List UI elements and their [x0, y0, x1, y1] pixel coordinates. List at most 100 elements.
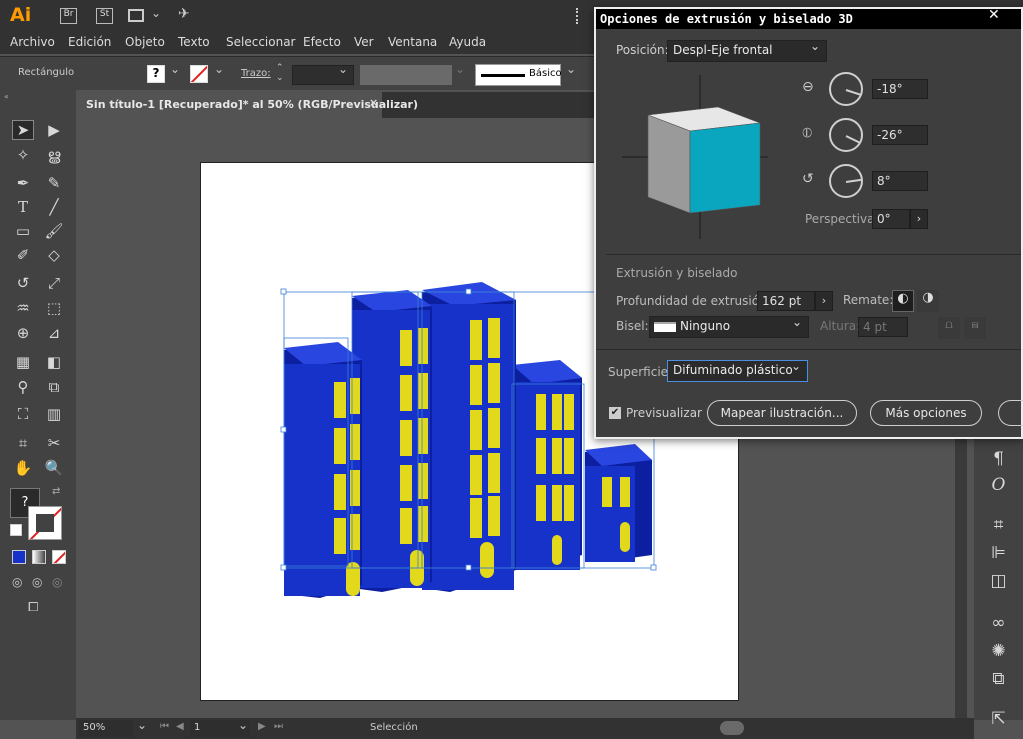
align-icon[interactable]: ⊫ — [974, 540, 1023, 566]
arrange-documents-icon[interactable] — [128, 9, 144, 22]
menu-edicion[interactable]: Edición — [68, 35, 111, 49]
stroke-swatch[interactable] — [190, 65, 208, 83]
previous-artboard-icon[interactable]: ◀ — [176, 721, 184, 732]
preview-checkbox[interactable]: ✔ — [609, 407, 621, 419]
brush-definition[interactable]: Básico — [475, 64, 562, 86]
direct-selection-tool-icon[interactable]: ▶ — [43, 120, 65, 140]
swap-colors-icon[interactable]: ⇄ — [52, 486, 60, 497]
menu-archivo[interactable]: Archivo — [10, 35, 55, 49]
rectangle-tool-icon[interactable]: ▭ — [12, 221, 34, 241]
opentype-icon[interactable]: O — [974, 472, 1023, 498]
draw-inside-icon[interactable]: ◎ — [52, 575, 62, 589]
stock-button[interactable]: St — [96, 8, 113, 24]
zoom-tool-icon[interactable]: 🔍 — [43, 458, 65, 478]
free-transform-tool-icon[interactable]: ⬚ — [43, 298, 65, 318]
warp-tool-icon[interactable]: ♒ — [12, 298, 34, 318]
rotate-tool-icon[interactable]: ↺ — [12, 273, 34, 293]
chevron-down-icon[interactable]: ⌄ — [566, 62, 576, 76]
type-tool-icon[interactable]: T — [12, 197, 34, 217]
close-tab-icon[interactable]: × — [369, 96, 378, 109]
chevron-down-icon[interactable]: ⌄ — [214, 62, 224, 76]
appearance-icon[interactable]: ✺ — [974, 638, 1023, 664]
hand-tool-icon[interactable]: ✋ — [12, 458, 34, 478]
x-rotation-field[interactable]: -18° — [872, 79, 928, 99]
menu-texto[interactable]: Texto — [178, 35, 210, 49]
pen-tool-icon[interactable]: ✒ — [12, 173, 34, 193]
cap-off-button[interactable]: ◑ — [917, 290, 939, 312]
export-icon[interactable]: ⇱ — [974, 706, 1023, 732]
x-rotation-knob[interactable] — [829, 72, 863, 106]
last-artboard-icon[interactable]: ⏭ — [274, 721, 283, 732]
draw-normal-icon[interactable]: ◎ — [12, 575, 22, 589]
z-rotation-knob[interactable] — [829, 164, 863, 198]
menu-ayuda[interactable]: Ayuda — [449, 35, 486, 49]
more-options-icon[interactable] — [576, 8, 578, 24]
chevron-down-icon[interactable]: ⌄ — [137, 718, 147, 732]
menu-objeto[interactable]: Objeto — [125, 35, 165, 49]
close-dialog-icon[interactable]: ✕ — [988, 7, 1000, 23]
menu-ver[interactable]: Ver — [354, 35, 374, 49]
horizontal-scroll-thumb[interactable] — [720, 721, 744, 735]
extrusion-depth-field[interactable]: 162 pt — [757, 291, 815, 311]
chevron-down-icon[interactable]: ⌄ — [238, 718, 248, 732]
y-rotation-field[interactable]: -26° — [872, 125, 928, 145]
curvature-tool-icon[interactable]: ✎ — [43, 173, 65, 193]
paragraph-icon[interactable]: ¶ — [974, 446, 1023, 472]
stroke-color-box[interactable] — [28, 506, 62, 540]
draw-behind-icon[interactable]: ◎ — [32, 575, 42, 589]
first-artboard-icon[interactable]: ⏮ — [160, 721, 169, 732]
menu-ventana[interactable]: Ventana — [388, 35, 437, 49]
shaper-tool-icon[interactable]: ✐ — [12, 245, 34, 265]
collapse-icon[interactable]: « — [4, 92, 72, 101]
scale-tool-icon[interactable]: ⤢ — [43, 273, 65, 293]
cc-libraries-icon[interactable]: ∞ — [974, 610, 1023, 636]
variable-width-profile[interactable] — [360, 65, 452, 85]
default-colors-icon[interactable] — [10, 524, 22, 536]
line-tool-icon[interactable]: ╱ — [43, 197, 65, 217]
slice-tool-icon[interactable]: ✂ — [43, 433, 65, 453]
stroke-stepper[interactable]: ⌃ ⌄ — [276, 63, 284, 83]
gradient-tool-icon[interactable]: ◧ — [43, 352, 65, 372]
mesh-tool-icon[interactable]: ▦ — [12, 352, 34, 372]
gpu-performance-icon[interactable]: ✈ — [178, 6, 190, 22]
bevel-dropdown[interactable]: Ninguno — [649, 315, 809, 338]
y-rotation-knob[interactable] — [829, 118, 863, 152]
map-art-button[interactable]: Mapear ilustración... — [707, 400, 857, 426]
z-rotation-field[interactable]: 8° — [872, 171, 928, 191]
rotation-cube-preview[interactable] — [620, 73, 770, 241]
column-graph-tool-icon[interactable]: ▥ — [43, 404, 65, 424]
artboard-tool-icon[interactable]: ⌗ — [12, 433, 34, 453]
gradient-mode-button[interactable] — [32, 550, 46, 564]
eyedropper-tool-icon[interactable]: ⚲ — [12, 377, 34, 397]
symbol-sprayer-tool-icon[interactable]: ⛶ — [12, 404, 34, 424]
document-tab[interactable]: Sin título-1 [Recuperado]* al 50% (RGB/P… — [76, 92, 418, 118]
paintbrush-tool-icon[interactable]: 🖌 — [43, 221, 65, 241]
chevron-down-icon[interactable]: ⌄ — [338, 62, 348, 76]
menu-efecto[interactable]: Efecto — [303, 35, 341, 49]
cap-on-button[interactable]: ◐ — [892, 290, 914, 312]
surface-dropdown[interactable]: Difuminado plástico — [667, 359, 808, 382]
more-options-button[interactable]: Más opciones — [870, 400, 982, 426]
layers-icon[interactable]: ⧉ — [974, 666, 1023, 692]
perspective-chevron-icon[interactable]: › — [910, 209, 928, 229]
pathfinder-icon[interactable]: ◫ — [974, 568, 1023, 594]
eraser-tool-icon[interactable]: ◇ — [43, 245, 65, 265]
transform-icon[interactable]: ⌗ — [974, 512, 1023, 538]
chevron-down-icon[interactable]: ⌄ — [151, 6, 161, 20]
zoom-field[interactable]: 50% — [79, 720, 133, 737]
shape-builder-tool-icon[interactable]: ⊕ — [12, 323, 34, 343]
depth-chevron-icon[interactable]: › — [815, 291, 833, 311]
magic-wand-tool-icon[interactable]: ✧ — [12, 145, 34, 165]
fill-swatch[interactable]: ? — [147, 65, 165, 83]
bridge-button[interactable]: Br — [60, 8, 77, 24]
next-artboard-icon[interactable]: ▶ — [258, 721, 266, 732]
perspective-field[interactable]: 0° — [872, 209, 910, 229]
none-mode-button[interactable] — [52, 550, 66, 564]
screen-mode-icon[interactable]: ⧠ — [28, 600, 38, 615]
blend-tool-icon[interactable]: ⧉ — [43, 377, 65, 397]
selection-tool-icon[interactable]: ➤ — [12, 120, 34, 140]
lasso-tool-icon[interactable]: ൠ — [43, 145, 65, 165]
menu-seleccionar[interactable]: Seleccionar — [226, 35, 295, 49]
color-mode-button[interactable] — [12, 550, 26, 564]
ok-button[interactable] — [998, 400, 1023, 426]
